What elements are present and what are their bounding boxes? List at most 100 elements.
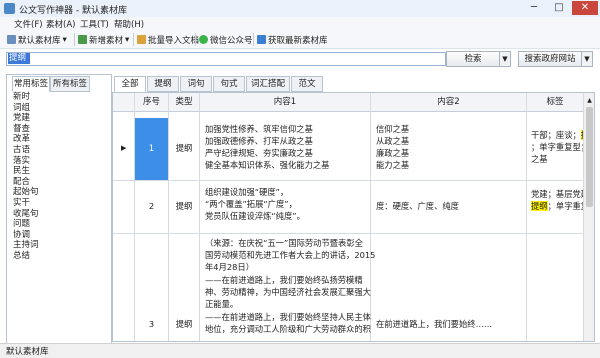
- wechat-button[interactable]: 微信公众号: [199, 33, 253, 46]
- scroll-up-icon[interactable]: ▲: [584, 95, 594, 107]
- tag-text: 干部；座谈；: [531, 130, 581, 140]
- row2-content1-line[interactable]: “两个覆盖”拓展“广度”，: [205, 199, 297, 211]
- row3-content1-line[interactable]: 年4月28日）: [205, 262, 254, 274]
- row2-content1-line[interactable]: 组织建设加强“硬度”，: [205, 187, 288, 199]
- row1-content2-line[interactable]: 能力之基: [376, 160, 409, 172]
- materials-grid: 序号 类型 内容1 内容2 标签 ▶ 1 提纲 加强党性修养、筑牢信仰之基 加强…: [112, 92, 595, 342]
- column-header-content1[interactable]: 内容1: [200, 93, 371, 112]
- column-header-tags[interactable]: 标签: [527, 93, 584, 112]
- tag-item[interactable]: 主持词: [13, 240, 103, 251]
- row1-content1-line[interactable]: 严守纪律规矩、夯实廉政之基: [205, 148, 313, 160]
- row3-content1-line[interactable]: 地位，充分调动工人阶级和广大劳动群众的积: [205, 324, 371, 336]
- row2-type-cell[interactable]: 提纲: [169, 201, 199, 213]
- library-selector[interactable]: 默认素材库 ▾: [7, 33, 67, 46]
- toolbar-divider: [195, 33, 196, 46]
- tab-all[interactable]: 全部: [114, 76, 146, 92]
- tab-phrases[interactable]: 词句: [180, 76, 212, 92]
- tag-item[interactable]: 配合: [13, 177, 103, 188]
- tag-item[interactable]: 落实: [13, 156, 103, 167]
- row1-index-cell[interactable]: 1: [135, 118, 168, 180]
- tag-item[interactable]: 问题: [13, 219, 103, 230]
- gov-search-button[interactable]: 搜索政府网站: [518, 51, 582, 67]
- column-header-type[interactable]: 类型: [169, 93, 200, 112]
- tag-text-highlighted: 提纲: [531, 201, 548, 211]
- close-button[interactable]: ✕: [572, 1, 598, 15]
- tag-item[interactable]: 改革: [13, 134, 103, 145]
- menu-help[interactable]: 帮助(H): [114, 18, 144, 30]
- tag-item[interactable]: 实干: [13, 198, 103, 209]
- tag-item[interactable]: 民生: [13, 166, 103, 177]
- row1-content1-line[interactable]: 加强党性修养、筑牢信仰之基: [205, 124, 313, 136]
- row3-content1-line[interactable]: ——在前进道路上，我们要始终弘扬劳模精: [205, 275, 363, 287]
- tag-item[interactable]: 古语: [13, 145, 103, 156]
- batch-import-button[interactable]: 批量导入文档: [137, 33, 199, 46]
- tag-item[interactable]: 词组: [13, 103, 103, 114]
- tab-word-collocation[interactable]: 词汇搭配: [246, 76, 290, 92]
- row2-content2-cell[interactable]: 度：硬度、广度、纯度: [376, 201, 459, 213]
- tag-item[interactable]: 党建: [13, 113, 103, 124]
- row2-index-cell[interactable]: 2: [135, 201, 168, 213]
- minimize-button[interactable]: ─: [522, 1, 546, 15]
- row3-content1-line[interactable]: 国劳动模范和先进工作者大会上的讲话，2015: [205, 250, 375, 262]
- tab-common-tags[interactable]: 常用标签: [12, 76, 50, 92]
- maximize-button[interactable]: □: [547, 1, 571, 15]
- status-bar: [0, 343, 600, 358]
- row3-index-cell[interactable]: 3: [135, 319, 168, 331]
- row1-content2-line[interactable]: 从政之基: [376, 136, 409, 148]
- row3-type-cell[interactable]: 提纲: [169, 319, 199, 331]
- row1-content1-line[interactable]: 加强政德修养、打牢从政之基: [205, 136, 313, 148]
- fetch-library-button[interactable]: 获取最新素材库: [257, 33, 328, 46]
- menu-tools[interactable]: 工具(T): [80, 18, 109, 30]
- tag-item[interactable]: 督查: [13, 124, 103, 135]
- gov-search-dropdown-button[interactable]: ▼: [581, 51, 593, 67]
- tab-sentence-patterns[interactable]: 句式: [213, 76, 245, 92]
- tag-item[interactable]: 协调: [13, 230, 103, 241]
- wechat-icon: [199, 35, 208, 44]
- scrollbar-thumb[interactable]: [586, 107, 593, 207]
- add-material-button[interactable]: 新增素材 ▾: [78, 33, 129, 46]
- menu-material[interactable]: 素材(A): [46, 18, 75, 30]
- current-row-arrow-icon: ▶: [121, 144, 127, 152]
- search-value: 提纲: [9, 53, 27, 63]
- download-icon: [257, 35, 266, 44]
- row3-content2-cell[interactable]: 在前进道路上，我们要始终……: [376, 319, 492, 331]
- row1-tags-cell-line2[interactable]: ；单字重复型；: [531, 142, 589, 154]
- row1-content2-line[interactable]: 廉政之基: [376, 148, 409, 160]
- column-header-index[interactable]: 序号: [135, 93, 169, 112]
- fetch-library-label: 获取最新素材库: [268, 35, 328, 46]
- toolbar-divider: [253, 33, 254, 46]
- column-header-content2[interactable]: 内容2: [371, 93, 527, 112]
- library-icon: [7, 35, 16, 44]
- tag-item[interactable]: 总结: [13, 251, 103, 262]
- row1-content2-line[interactable]: 信仰之基: [376, 124, 409, 136]
- row3-content1-line[interactable]: 神、劳动精神，为中国经济社会发展汇聚强大: [205, 287, 371, 299]
- batch-import-label: 批量导入文档: [148, 35, 200, 46]
- row-indicator-header: [113, 93, 135, 112]
- search-button[interactable]: 检索: [446, 51, 500, 67]
- tag-item[interactable]: 起始句: [13, 187, 103, 198]
- column-divider: [370, 111, 371, 341]
- status-text: 默认素材库: [6, 347, 49, 357]
- column-divider: [526, 111, 527, 341]
- row1-content1-line[interactable]: 健全基本知识体系、强化能力之基: [205, 160, 329, 172]
- tab-all-tags[interactable]: 所有标签: [50, 76, 90, 92]
- row3-content1-line[interactable]: （来源：在庆祝“五一”国际劳动节暨表彰全: [205, 238, 363, 250]
- row1-tags-cell-line3[interactable]: 之基: [531, 154, 548, 166]
- row3-content1-line[interactable]: 正能量。: [205, 299, 238, 311]
- row2-content1-line[interactable]: 党员队伍建设淬炼“纯度”。: [205, 211, 305, 223]
- tag-item[interactable]: 收尾句: [13, 209, 103, 220]
- search-input[interactable]: [6, 52, 446, 66]
- menu-file[interactable]: 文件(F): [14, 18, 43, 30]
- tag-list: 新时 词组 党建 督查 改革 古语 落实 民生 配合 起始句 实干 收尾句 问题…: [13, 92, 103, 262]
- app-icon: [4, 3, 15, 14]
- search-dropdown-button[interactable]: ▼: [499, 51, 511, 67]
- tag-item[interactable]: 新时: [13, 92, 103, 103]
- library-label: 默认素材库: [18, 35, 61, 46]
- row1-type-cell[interactable]: 提纲: [169, 143, 199, 155]
- row3-content1-line[interactable]: ——在前进道路上，我们要始终坚持人民主体: [205, 312, 371, 324]
- tab-sample-texts[interactable]: 范文: [291, 76, 323, 92]
- toolbar-divider: [133, 33, 134, 46]
- vertical-scrollbar[interactable]: ▲: [583, 93, 594, 341]
- column-divider: [199, 111, 200, 341]
- tab-outline[interactable]: 提纲: [147, 76, 179, 92]
